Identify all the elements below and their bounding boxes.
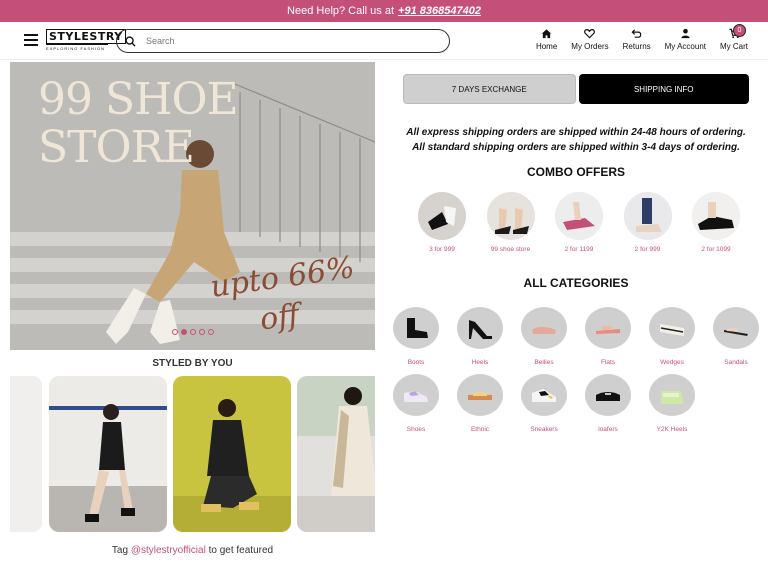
search-icon xyxy=(125,35,136,47)
shoe-icon xyxy=(393,374,439,416)
category-ethnic[interactable]: Ethnic xyxy=(456,374,504,433)
tab-shipping-info[interactable]: SHIPPING INFO xyxy=(578,74,749,104)
nav-returns[interactable]: Returns xyxy=(623,28,651,51)
category-bellies[interactable]: Bellies xyxy=(520,307,568,366)
ethnic-shoe-icon xyxy=(457,374,503,416)
carousel-dot[interactable] xyxy=(172,329,178,335)
category-heels[interactable]: Heels xyxy=(456,307,504,366)
category-boots[interactable]: Boots xyxy=(392,307,440,366)
combo-item[interactable]: 2 for 1199 xyxy=(551,192,607,253)
combo-image xyxy=(692,192,740,240)
site-header: STYLESTRY EXPLORING FASHION Home My Orde… xyxy=(0,22,768,60)
logo-text: STYLESTRY xyxy=(46,29,126,44)
nav-label: My Account xyxy=(664,42,706,51)
nav-label: My Cart xyxy=(720,42,748,51)
category-y2k-heels[interactable]: Y2K Heels xyxy=(648,374,696,433)
heart-icon xyxy=(584,29,596,39)
styled-photo-card[interactable] xyxy=(49,376,167,532)
y2k-heel-icon xyxy=(649,374,695,416)
styled-photo xyxy=(297,376,375,532)
category-sneakers[interactable]: Sneakers xyxy=(520,374,568,433)
hero-title: 99 SHOE STORE xyxy=(38,74,239,173)
cart-count-badge: 0 xyxy=(733,24,746,37)
home-icon xyxy=(542,29,552,39)
carousel-dot[interactable] xyxy=(208,329,214,335)
hero-off-text: off xyxy=(257,297,302,338)
nav-my-orders[interactable]: My Orders xyxy=(571,28,609,51)
flat-shoe-icon xyxy=(585,307,631,349)
combo-image xyxy=(555,192,603,240)
styled-photo-card[interactable] xyxy=(297,376,375,532)
combo-item[interactable]: 99 shoe store xyxy=(483,192,539,253)
styled-photo-card[interactable] xyxy=(10,376,42,532)
menu-icon[interactable] xyxy=(24,34,38,46)
nav-my-cart[interactable]: 0 My Cart xyxy=(720,24,748,51)
category-loafers[interactable]: loafers xyxy=(584,374,632,433)
category-grid: Boots Heels Bellies Flats Wedges Sandals… xyxy=(392,307,768,433)
search-bar[interactable] xyxy=(116,29,450,53)
boot-icon xyxy=(393,307,439,349)
logo-tagline: EXPLORING FASHION xyxy=(46,46,106,51)
combo-item[interactable]: 2 for 1099 xyxy=(688,192,744,253)
help-text: Need Help? Call us at xyxy=(287,5,395,17)
search-input[interactable] xyxy=(146,36,426,46)
help-bar: Need Help? Call us at +91 8368547402 xyxy=(0,0,768,22)
return-arrow-icon xyxy=(631,29,642,38)
sandal-icon xyxy=(713,307,759,349)
styled-photo xyxy=(49,376,167,532)
styled-photo-card[interactable] xyxy=(173,376,291,532)
belly-shoe-icon xyxy=(521,307,567,349)
nav-label: My Orders xyxy=(571,42,609,51)
carousel-dot-active[interactable] xyxy=(181,329,187,335)
combo-item[interactable]: 3 for 999 xyxy=(414,192,470,253)
header-nav: Home My Orders Returns My Account 0 My C… xyxy=(536,24,748,51)
nav-label: Returns xyxy=(622,42,651,51)
combo-offers-title: COMBO OFFERS xyxy=(527,165,625,179)
category-wedges[interactable]: Wedges xyxy=(648,307,696,366)
info-tabs: 7 DAYS EXCHANGE SHIPPING INFO xyxy=(403,74,749,104)
nav-my-account[interactable]: My Account xyxy=(665,28,706,51)
sneaker-icon xyxy=(521,374,567,416)
styled-by-you-title: STYLED BY YOU xyxy=(152,358,233,369)
combo-item[interactable]: 2 for 999 xyxy=(620,192,676,253)
category-flats[interactable]: Flats xyxy=(584,307,632,366)
carousel-dot[interactable] xyxy=(199,329,205,335)
hero-banner[interactable]: 99 SHOE STORE upto 66% off xyxy=(10,62,375,350)
category-sandals[interactable]: Sandals xyxy=(712,307,760,366)
user-icon xyxy=(681,28,690,39)
combo-image xyxy=(486,192,535,240)
nav-label: Home xyxy=(535,42,558,51)
styled-photo xyxy=(173,376,291,532)
instagram-handle-link[interactable]: @stylestryofficial xyxy=(131,545,206,556)
nav-home[interactable]: Home xyxy=(536,28,557,51)
category-shoes[interactable]: Shoes xyxy=(392,374,440,433)
loafer-icon xyxy=(585,374,631,416)
heel-icon xyxy=(457,307,503,349)
carousel-dots xyxy=(172,329,214,335)
all-categories-title: ALL CATEGORIES xyxy=(523,276,629,290)
combo-image xyxy=(623,192,672,240)
shipping-info-text: All express shipping orders are shipped … xyxy=(406,127,746,153)
tag-cta: Tag @stylestryofficial to get featured xyxy=(111,545,274,556)
logo[interactable]: STYLESTRY EXPLORING FASHION xyxy=(46,29,126,51)
styled-by-you-carousel xyxy=(10,376,375,532)
wedge-icon xyxy=(649,307,695,349)
carousel-dot[interactable] xyxy=(190,329,196,335)
combo-image xyxy=(418,192,466,240)
phone-link[interactable]: +91 8368547402 xyxy=(398,5,481,17)
tab-7-days-exchange[interactable]: 7 DAYS EXCHANGE xyxy=(403,74,576,104)
styled-photo xyxy=(10,376,42,532)
combo-offers-row: 3 for 999 99 shoe store 2 for 1199 2 for… xyxy=(414,192,744,253)
